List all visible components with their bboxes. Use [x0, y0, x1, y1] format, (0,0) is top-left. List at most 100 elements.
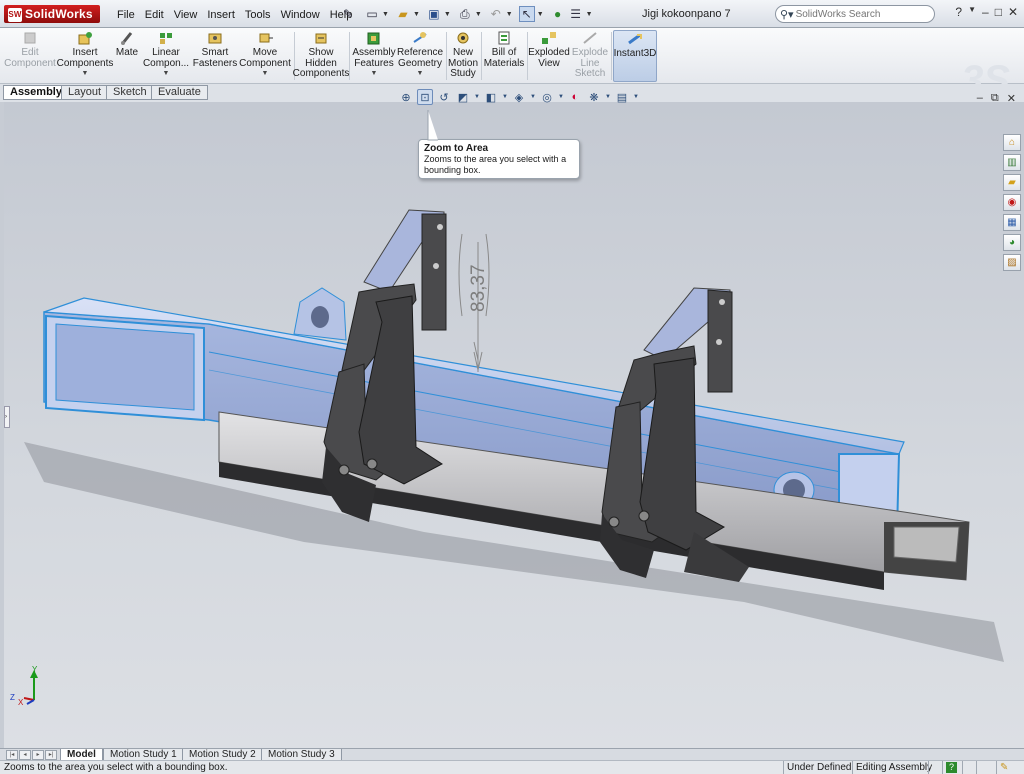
- reference-geometry-button[interactable]: Reference Geometry ▼: [397, 30, 443, 82]
- edit-appearance-icon[interactable]: ◐: [567, 89, 583, 105]
- viewport-restore-icon[interactable]: ⧉: [991, 92, 999, 105]
- pin-icon[interactable]: ✎: [340, 6, 356, 22]
- undo-dropdown-icon[interactable]: ▼: [506, 11, 513, 18]
- hide-show-items-icon[interactable]: ◎: [539, 89, 555, 105]
- scenes-icon[interactable]: ▨: [1003, 254, 1021, 271]
- select-pointer-icon[interactable]: ↖: [518, 6, 535, 22]
- view-orientation-icon[interactable]: ◧: [483, 89, 499, 105]
- tab-sketch[interactable]: Sketch: [106, 85, 154, 100]
- dimension-value[interactable]: 83,37: [468, 264, 489, 312]
- design-library-icon[interactable]: ▥: [1003, 154, 1021, 171]
- new-dropdown-icon[interactable]: ▼: [382, 11, 389, 18]
- status-help-button[interactable]: ?: [942, 761, 960, 774]
- ds-logo-icon: SW: [8, 8, 22, 22]
- new-document-icon[interactable]: ▭: [364, 6, 380, 22]
- rebuild-status-icon[interactable]: ✎: [996, 761, 1011, 774]
- menu-insert[interactable]: Insert: [202, 7, 240, 23]
- bill-of-materials-button[interactable]: Bill of Materials: [484, 30, 524, 82]
- tab-layout[interactable]: Layout: [61, 85, 109, 100]
- home-icon[interactable]: ⌂: [1003, 134, 1021, 151]
- graphics-area[interactable]: 83,37 Y Z X: [4, 102, 1024, 748]
- file-explorer-icon[interactable]: ▰: [1003, 174, 1021, 191]
- bill-of-materials-label: Bill of Materials: [483, 47, 525, 69]
- print-icon[interactable]: ⎙: [457, 6, 473, 22]
- menu-view[interactable]: View: [169, 7, 203, 23]
- exploded-view-button[interactable]: Exploded View: [528, 30, 570, 82]
- open-dropdown-icon[interactable]: ▼: [413, 11, 420, 18]
- last-tab-icon[interactable]: ▸|: [45, 750, 57, 760]
- first-tab-icon[interactable]: |◂: [6, 750, 18, 760]
- options-icon[interactable]: ☰: [568, 6, 584, 22]
- viewport-close-icon[interactable]: ✕: [1007, 92, 1016, 105]
- view-settings-icon[interactable]: ▤: [614, 89, 630, 105]
- edit-component-label: Edit Component: [4, 47, 56, 69]
- rebuild-traffic-light-icon[interactable]: ●: [550, 6, 566, 22]
- prev-tab-icon[interactable]: ◂: [19, 750, 31, 760]
- mate-button[interactable]: Mate: [113, 30, 141, 82]
- assembly-features-dropdown-icon[interactable]: ▼: [371, 69, 378, 80]
- menu-edit[interactable]: Edit: [140, 7, 169, 23]
- search-icon[interactable]: ⚲▾: [780, 8, 794, 21]
- separator: [349, 32, 350, 80]
- smart-fasteners-button[interactable]: Smart Fasteners: [192, 30, 238, 82]
- apply-scene-dropdown-icon[interactable]: ▼: [605, 89, 611, 105]
- view-orientation-dropdown-icon[interactable]: ▼: [502, 89, 508, 105]
- dimension-annotation[interactable]: 83,37: [458, 233, 490, 372]
- assembly-features-label: Assembly Features: [352, 47, 396, 69]
- section-view-icon[interactable]: ◩: [455, 89, 471, 105]
- show-hidden-components-button[interactable]: Show Hidden Components: [293, 30, 349, 82]
- select-dropdown-icon[interactable]: ▼: [537, 11, 544, 18]
- search-input[interactable]: [795, 8, 916, 20]
- mate-label: Mate: [115, 47, 139, 58]
- zoom-to-fit-icon[interactable]: ⊕: [398, 89, 414, 105]
- tab-navigation: |◂ ◂ ▸ ▸|: [6, 750, 57, 760]
- undo-icon[interactable]: ↶: [488, 6, 504, 22]
- view-palette-icon[interactable]: ◉: [1003, 194, 1021, 211]
- menu-window[interactable]: Window: [276, 7, 325, 23]
- menu-tools[interactable]: Tools: [240, 7, 276, 23]
- display-style-dropdown-icon[interactable]: ▼: [530, 89, 536, 105]
- menu-file[interactable]: File: [112, 7, 140, 23]
- hide-show-dropdown-icon[interactable]: ▼: [558, 89, 564, 105]
- solidworks-logo[interactable]: SW SolidWorks: [4, 5, 100, 23]
- move-component-button[interactable]: Move Component ▼: [239, 30, 291, 82]
- print-dropdown-icon[interactable]: ▼: [475, 11, 482, 18]
- section-dropdown-icon[interactable]: ▼: [474, 89, 480, 105]
- view-settings-dropdown-icon[interactable]: ▼: [633, 89, 639, 105]
- feature-manager-flyout-handle[interactable]: ›: [4, 406, 10, 428]
- assembly-model-view[interactable]: 83,37 Y Z X: [4, 102, 1024, 748]
- help-dropdown-icon[interactable]: ▼: [968, 5, 976, 19]
- zoom-to-area-icon[interactable]: ⊡: [417, 89, 433, 105]
- options-dropdown-icon[interactable]: ▼: [586, 11, 593, 18]
- next-tab-icon[interactable]: ▸: [32, 750, 44, 760]
- tab-assembly[interactable]: Assembly: [3, 85, 69, 100]
- tab-evaluate[interactable]: Evaluate: [151, 85, 208, 100]
- reference-geometry-dropdown-icon[interactable]: ▼: [417, 69, 424, 80]
- open-folder-icon[interactable]: ▰: [395, 6, 411, 22]
- linear-component-dropdown-icon[interactable]: ▼: [163, 69, 170, 80]
- coordinate-triad: Y Z X: [10, 665, 38, 707]
- viewport-minimize-icon[interactable]: –: [977, 92, 983, 105]
- apply-scene-icon[interactable]: ❋: [586, 89, 602, 105]
- display-style-icon[interactable]: ◈: [511, 89, 527, 105]
- explode-line-sketch-button[interactable]: Explode Line Sketch: [571, 30, 609, 82]
- maximize-icon[interactable]: □: [995, 5, 1002, 19]
- previous-view-icon[interactable]: ↺: [436, 89, 452, 105]
- assembly-features-button[interactable]: Assembly Features ▼: [352, 30, 396, 82]
- save-dropdown-icon[interactable]: ▼: [444, 11, 451, 18]
- insert-components-button[interactable]: Insert Components ▼: [57, 30, 113, 82]
- appearances-icon[interactable]: ▦: [1003, 214, 1021, 231]
- insert-components-dropdown-icon[interactable]: ▼: [82, 69, 89, 80]
- minimize-icon[interactable]: –: [982, 5, 989, 19]
- edit-component-button[interactable]: Edit Component: [4, 30, 56, 82]
- linear-pattern-icon: [160, 33, 172, 44]
- search-box[interactable]: ⚲▾: [775, 5, 935, 23]
- instant3d-button[interactable]: Instant3D: [613, 30, 657, 82]
- move-component-dropdown-icon[interactable]: ▼: [262, 69, 269, 80]
- linear-component-pattern-button[interactable]: Linear Compon... ▼: [143, 30, 189, 82]
- custom-properties-icon[interactable]: ◕: [1003, 234, 1021, 251]
- save-icon[interactable]: ▣: [426, 6, 442, 22]
- new-motion-study-button[interactable]: New Motion Study: [448, 30, 478, 82]
- close-icon[interactable]: ✕: [1008, 5, 1018, 19]
- help-button[interactable]: ?: [955, 5, 962, 19]
